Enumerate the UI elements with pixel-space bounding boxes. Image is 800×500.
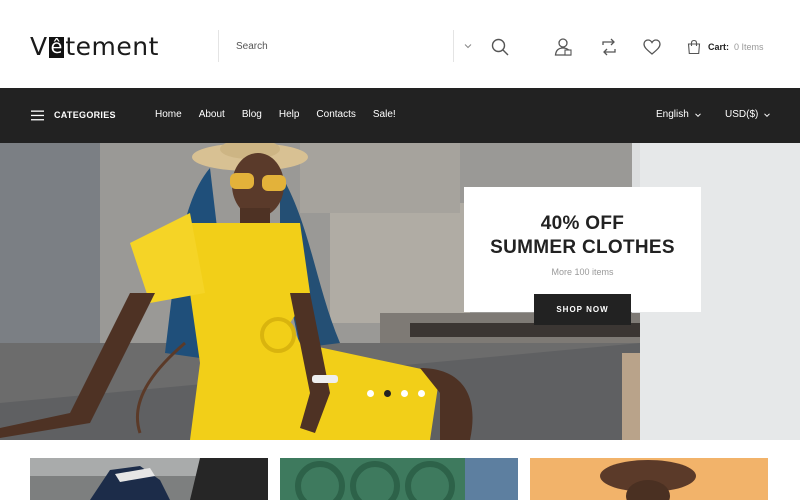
search-divider: [453, 30, 454, 62]
tile-image: [30, 458, 268, 500]
search-icon[interactable]: [489, 36, 511, 58]
search-input[interactable]: [226, 33, 446, 59]
nav-link-contacts[interactable]: Contacts: [316, 109, 355, 121]
slider-dot-4[interactable]: [418, 390, 425, 397]
categories-menu[interactable]: CATEGORIES: [54, 109, 116, 121]
heart-icon[interactable]: [641, 36, 663, 58]
nav-link-home[interactable]: Home: [155, 109, 182, 121]
slider-dots: [367, 390, 435, 397]
nav-link-blog[interactable]: Blog: [242, 109, 262, 121]
cart-button[interactable]: Cart: 0 Items: [686, 37, 764, 57]
menu-icon[interactable]: [31, 110, 44, 121]
promo-headline: 40% OFF: [540, 213, 625, 234]
nav-links: Home About Blog Help Contacts Sale!: [155, 109, 413, 121]
nav-link-sale[interactable]: Sale!: [373, 109, 396, 121]
cart-label: Cart:: [708, 42, 730, 52]
currency-label: USD($): [725, 109, 759, 120]
compare-icon[interactable]: [598, 36, 620, 58]
nav-link-help[interactable]: Help: [279, 109, 300, 121]
language-label: English: [656, 109, 689, 120]
chevron-down-icon: [764, 113, 771, 118]
currency-selector[interactable]: USD($): [725, 109, 771, 121]
category-tile-hats[interactable]: [530, 458, 768, 500]
category-tile-shoes[interactable]: [30, 458, 268, 500]
promo-caption: More 100 items: [551, 267, 614, 277]
promo-subheadline: SUMMER CLOTHES: [490, 237, 675, 258]
slider-dot-2[interactable]: [384, 390, 391, 397]
category-tile-accessories[interactable]: [280, 458, 518, 500]
logo-rest: tement: [65, 31, 159, 61]
shopping-bag-icon: [687, 39, 701, 55]
slider-dot-1[interactable]: [367, 390, 374, 397]
cart-count: 0 Items: [734, 42, 764, 52]
logo-boxed-letter: ê: [48, 35, 65, 58]
language-selector[interactable]: English: [656, 109, 702, 121]
tile-image: [280, 458, 518, 500]
search-divider: [218, 30, 219, 62]
logo-v: V: [30, 31, 48, 61]
chevron-down-icon: [694, 113, 701, 118]
nav-link-about[interactable]: About: [199, 109, 225, 121]
chevron-down-icon[interactable]: [462, 40, 474, 52]
slider-dot-3[interactable]: [401, 390, 408, 397]
user-icon[interactable]: [552, 36, 574, 58]
logo[interactable]: Vê tement: [30, 30, 159, 62]
shop-now-button[interactable]: SHOP NOW: [534, 294, 631, 325]
tile-image: [530, 458, 768, 500]
